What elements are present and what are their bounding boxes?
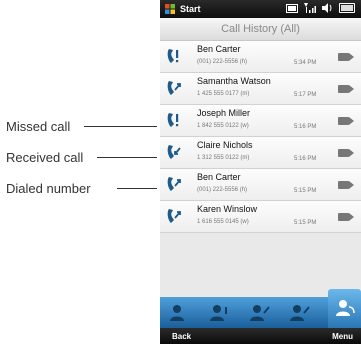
call-time: 5:34 PM [294, 60, 317, 66]
contact-name: Joseph Miller [197, 108, 251, 118]
callout-dialed-number: Dialed number [6, 181, 91, 196]
phone-number: 1 616 555 0145 (w) [197, 219, 249, 225]
call-action-icon[interactable] [338, 211, 354, 223]
call-history-row[interactable]: Karen Winslow 1 616 555 0145 (w) 5:15 PM [160, 201, 361, 233]
dialed-calls-tab-icon[interactable] [288, 303, 310, 323]
softkey-bar: Back Menu [160, 328, 361, 344]
contact-name: Ben Carter [197, 44, 241, 54]
call-action-icon[interactable] [338, 115, 354, 127]
callout-line [97, 157, 157, 158]
phone-number: 1 312 555 0122 (m) [197, 155, 250, 161]
contact-name: Claire Nichols [197, 140, 253, 150]
missed-call-icon [167, 113, 179, 127]
call-time: 5:15 PM [294, 188, 317, 194]
volume-icon [322, 3, 332, 13]
call-history-row[interactable]: Samantha Watson 1 425 555 0177 (m) 5:17 … [160, 73, 361, 105]
call-history-list: Ben Carter (001) 222-5556 (h) 5:34 PM Sa… [160, 41, 361, 233]
call-history-row[interactable]: Ben Carter (001) 222-5556 (h) 5:15 PM [160, 169, 361, 201]
3g-icon [286, 3, 298, 13]
phone-number: 1 842 555 0122 (w) [197, 123, 249, 129]
received-calls-tab-icon[interactable] [248, 303, 270, 323]
all-calls-tab-icon[interactable] [168, 303, 190, 323]
phone-number: (001) 222-5556 (h) [197, 59, 248, 65]
call-time: 5:16 PM [294, 156, 317, 162]
contacts-tab-active[interactable] [328, 289, 361, 328]
contact-name: Samantha Watson [197, 76, 271, 86]
dialed-call-icon [167, 209, 181, 223]
callout-received-call: Received call [6, 150, 84, 165]
page-title: Call History (All) [160, 18, 361, 41]
call-action-icon[interactable] [338, 179, 354, 191]
menu-softkey[interactable]: Menu [332, 332, 353, 341]
call-history-row[interactable]: Claire Nichols 1 312 555 0122 (m) 5:16 P… [160, 137, 361, 169]
signal-icon [304, 3, 316, 13]
received-call-icon [167, 145, 181, 159]
missed-call-icon [167, 49, 179, 63]
call-time: 5:15 PM [294, 220, 317, 226]
battery-icon [339, 3, 355, 13]
callout-missed-call: Missed call [6, 119, 71, 134]
back-softkey[interactable]: Back [172, 332, 191, 341]
dialed-call-icon [167, 177, 181, 191]
windows-start-icon[interactable] [165, 4, 175, 14]
contacts-icon [336, 300, 355, 316]
phone-number: (001) 222-5556 (h) [197, 187, 248, 193]
call-action-icon[interactable] [338, 51, 354, 63]
call-time: 5:17 PM [294, 92, 317, 98]
phone-number: 1 425 555 0177 (m) [197, 91, 250, 97]
call-history-row[interactable]: Joseph Miller 1 842 555 0122 (w) 5:16 PM [160, 105, 361, 137]
phone-screen: Start Call History (All) Ben Carter (001… [160, 0, 361, 344]
dialed-call-icon [167, 81, 181, 95]
contact-name: Karen Winslow [197, 204, 258, 214]
start-label[interactable]: Start [180, 4, 201, 14]
missed-calls-tab-icon[interactable] [208, 303, 230, 323]
callout-line [117, 188, 157, 189]
contact-name: Ben Carter [197, 172, 241, 182]
call-time: 5:16 PM [294, 124, 317, 130]
call-action-icon[interactable] [338, 83, 354, 95]
status-icons [286, 3, 355, 13]
callout-line [84, 126, 157, 127]
call-history-row[interactable]: Ben Carter (001) 222-5556 (h) 5:34 PM [160, 41, 361, 73]
call-action-icon[interactable] [338, 147, 354, 159]
status-bar: Start [160, 0, 361, 18]
